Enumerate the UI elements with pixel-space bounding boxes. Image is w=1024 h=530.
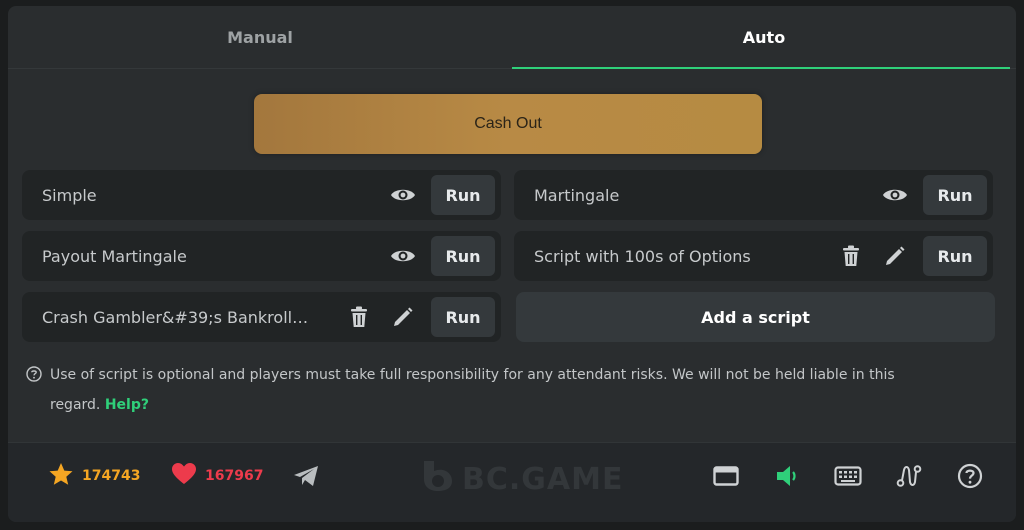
eye-icon[interactable] [381, 234, 425, 278]
card-icon[interactable] [711, 461, 741, 491]
run-button[interactable]: Run [431, 297, 495, 337]
heart-icon [171, 462, 205, 490]
tab-manual[interactable]: Manual [8, 6, 512, 68]
run-button[interactable]: Run [431, 175, 495, 215]
stars-stat[interactable]: 174743 [48, 460, 140, 492]
trash-icon[interactable] [337, 295, 381, 339]
script-name: Simple [42, 185, 97, 205]
route-icon[interactable] [894, 461, 924, 491]
pencil-icon[interactable] [873, 234, 917, 278]
script-name: Script with 100s of Options [534, 246, 751, 266]
run-button[interactable]: Run [431, 236, 495, 276]
telegram-icon[interactable] [291, 461, 321, 491]
brand-logo-icon [420, 457, 456, 501]
game-panel: Manual Auto Cash Out Simple Run Martinga… [8, 6, 1016, 522]
keyboard-icon[interactable] [833, 461, 863, 491]
script-row-payout-martingale: Payout Martingale Run [22, 231, 501, 281]
cash-out-button[interactable]: Cash Out [254, 94, 762, 154]
likes-stat[interactable]: 167967 [171, 460, 263, 492]
help-icon[interactable] [955, 461, 985, 491]
help-link[interactable]: Help? [105, 397, 149, 413]
script-row-simple: Simple Run [22, 170, 501, 220]
disclaimer-text-line2: regard. [50, 397, 101, 413]
likes-count: 167967 [205, 468, 264, 484]
run-button[interactable]: Run [923, 236, 987, 276]
star-icon [48, 462, 82, 490]
disclaimer-text-line1: Use of script is optional and players mu… [50, 367, 895, 383]
run-button[interactable]: Run [923, 175, 987, 215]
mode-tabs: Manual Auto [8, 6, 1016, 69]
tab-auto[interactable]: Auto [512, 6, 1016, 69]
eye-icon[interactable] [381, 173, 425, 217]
add-script-button[interactable]: Add a script [516, 292, 995, 342]
script-row-100s-options: Script with 100s of Options Run [514, 231, 993, 281]
script-name: Crash Gambler&#39;s Bankroll… [42, 307, 309, 327]
footer-bar: 174743 167967 BC.GAME [8, 442, 1016, 522]
script-name: Payout Martingale [42, 246, 187, 266]
eye-icon[interactable] [873, 173, 917, 217]
trash-icon[interactable] [829, 234, 873, 278]
brand-watermark: BC.GAME [420, 457, 623, 501]
brand-name: BC.GAME [462, 461, 624, 497]
pencil-icon[interactable] [381, 295, 425, 339]
script-name: Martingale [534, 185, 620, 205]
question-circle-icon [26, 365, 42, 392]
script-row-martingale: Martingale Run [514, 170, 993, 220]
sound-icon[interactable] [772, 461, 802, 491]
script-row-crash-gambler: Crash Gambler&#39;s Bankroll… Run [22, 292, 501, 342]
stars-count: 174743 [82, 468, 141, 484]
script-disclaimer: Use of script is optional and players mu… [26, 362, 926, 419]
